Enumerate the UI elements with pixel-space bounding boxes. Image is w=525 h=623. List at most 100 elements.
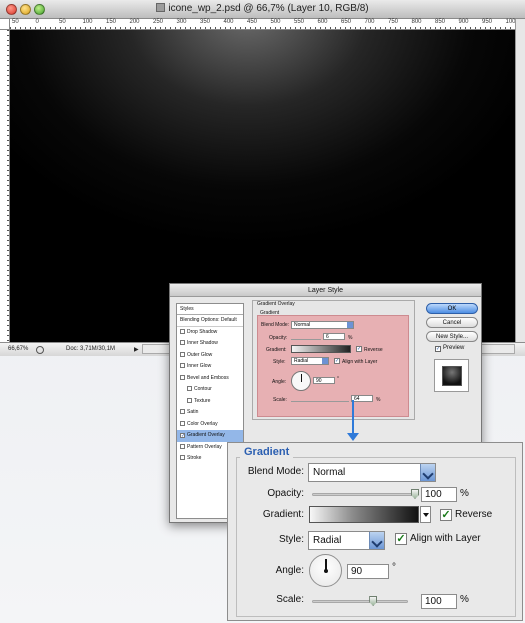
ruler-number: 100 [82,19,93,25]
scale-slider[interactable] [312,596,408,606]
preview-checkbox[interactable]: ✓ [435,346,441,352]
style-item-checkbox[interactable]: ✓ [180,433,185,439]
reverse-checkbox[interactable]: ✓ [440,509,452,521]
gradient-swatch[interactable] [309,506,419,523]
style-item[interactable]: Contour [177,384,243,396]
style-select[interactable]: Radial [308,531,385,550]
ruler-number: 550 [294,19,305,25]
opacity-input[interactable]: 100 [421,487,457,502]
small-align-checkbox[interactable]: ✓ [334,358,340,364]
style-item-label: Contour [194,386,212,392]
style-item-label: Pattern Overlay [187,443,222,450]
ruler-number: 900 [458,19,469,25]
small-blend-mode-label: Blend Mode: [261,322,290,328]
style-item-checkbox[interactable] [180,340,185,345]
ruler-number: 350 [200,19,211,25]
align-with-layer-label: Align with Layer [410,533,481,544]
style-item-label: Outer Glow [187,351,213,358]
small-blend-mode-select[interactable]: Normal [291,321,354,329]
small-gradient-swatch[interactable] [291,345,351,353]
style-item[interactable]: Drop Shadow [177,327,243,339]
style-item-checkbox[interactable] [180,409,185,414]
small-reverse-label: Reverse [364,347,383,353]
style-item-checkbox[interactable] [187,397,192,403]
small-angle-dial[interactable] [291,371,311,391]
style-dropdown-icon [369,532,384,549]
angle-dial[interactable] [309,554,342,587]
align-with-layer-checkbox[interactable]: ✓ [395,533,407,545]
ruler-number: 300 [176,19,187,25]
blend-mode-label: Blend Mode: [247,466,304,477]
style-item[interactable]: ✓ Gradient Overlay [177,430,243,442]
document-titlebar: icone_wp_2.psd @ 66,7% (Layer 10, RGB/8) [0,0,525,19]
callout-arrow-line [352,400,354,435]
small-opacity-input[interactable]: 6 [323,333,345,340]
style-item-checkbox[interactable] [180,374,185,380]
style-item[interactable]: Bevel and Emboss [177,373,243,385]
ok-button[interactable]: OK [426,303,478,314]
ruler-number: 700 [364,19,375,25]
new-style-button[interactable]: New Style... [426,331,478,342]
opacity-label: Opacity: [267,488,304,499]
style-preview-swatch [442,366,462,386]
document-title: icone_wp_2.psd @ 66,7% (Layer 10, RGB/8) [0,3,525,14]
opacity-slider[interactable] [312,489,419,499]
gradient-picker-arrow-icon[interactable] [420,506,431,523]
style-item-checkbox[interactable] [180,328,185,334]
zoom-level[interactable]: 66,67% [8,346,28,352]
status-menu-arrow-icon[interactable]: ▶ [134,346,139,353]
style-item-checkbox[interactable] [180,420,185,426]
ruler-number: 750 [388,19,399,25]
small-scale-input[interactable]: 64 [351,395,373,402]
angle-input[interactable]: 90 [347,564,389,579]
style-item-checkbox[interactable] [180,363,185,368]
style-item[interactable]: Satin [177,407,243,419]
small-opacity-label: Opacity: [269,335,288,341]
callout-arrow-icon [347,433,359,441]
scale-unit: % [460,594,469,605]
dialog-title: Layer Style [170,284,481,297]
blending-options-item[interactable]: Blending Options: Default [177,315,243,327]
gradient-label: Gradient: [262,509,304,520]
style-item-checkbox[interactable] [180,351,185,357]
scale-input[interactable]: 100 [421,594,457,609]
small-style-select[interactable]: Radial [291,357,329,365]
style-item-checkbox[interactable] [187,386,192,391]
style-item-label: Texture [194,397,211,404]
style-item[interactable]: Inner Glow [177,361,243,373]
style-item[interactable]: Inner Shadow [177,338,243,350]
style-item[interactable]: Color Overlay [177,419,243,431]
small-angle-input[interactable]: 90 [313,377,335,384]
angle-label: Angle: [275,565,304,576]
cancel-button[interactable]: Cancel [426,317,478,328]
style-item[interactable]: Texture [177,396,243,408]
small-style-value: Radial [294,358,309,364]
ruler-number: 50 [12,19,19,25]
small-opacity-slider[interactable] [291,339,321,340]
ruler-number: 600 [317,19,328,25]
ruler-origin[interactable] [0,19,10,30]
style-value: Radial [313,535,342,546]
small-align-label: Align with Layer [342,359,378,365]
style-item-checkbox[interactable] [180,455,185,460]
horizontal-ruler[interactable]: 50 0 50 100 150 200 250 300 350 400 450 500 550 600 65… [10,19,516,30]
status-preview-icon[interactable] [36,346,44,354]
style-item-checkbox[interactable] [180,443,185,449]
group-title: Gradient Overlay [257,301,295,307]
ruler-number: 200 [129,19,140,25]
small-style-arrow-icon [322,358,328,364]
styles-header[interactable]: Styles [177,304,243,315]
ruler-number: 50 [59,19,66,25]
vertical-scrollbar[interactable] [515,19,525,342]
blend-mode-select[interactable]: Normal [308,463,436,482]
style-item-label: Drop Shadow [187,328,218,335]
small-opacity-unit: % [348,335,353,341]
vertical-ruler[interactable] [0,30,10,342]
small-scale-slider[interactable] [291,401,349,402]
style-item-label: Satin [187,409,199,415]
style-item[interactable]: Outer Glow [177,350,243,362]
style-item-label: Inner Shadow [187,340,218,346]
ruler-number: 100 [505,19,516,25]
small-reverse-checkbox[interactable]: ✓ [356,346,362,352]
ruler-number: 800 [411,19,422,25]
